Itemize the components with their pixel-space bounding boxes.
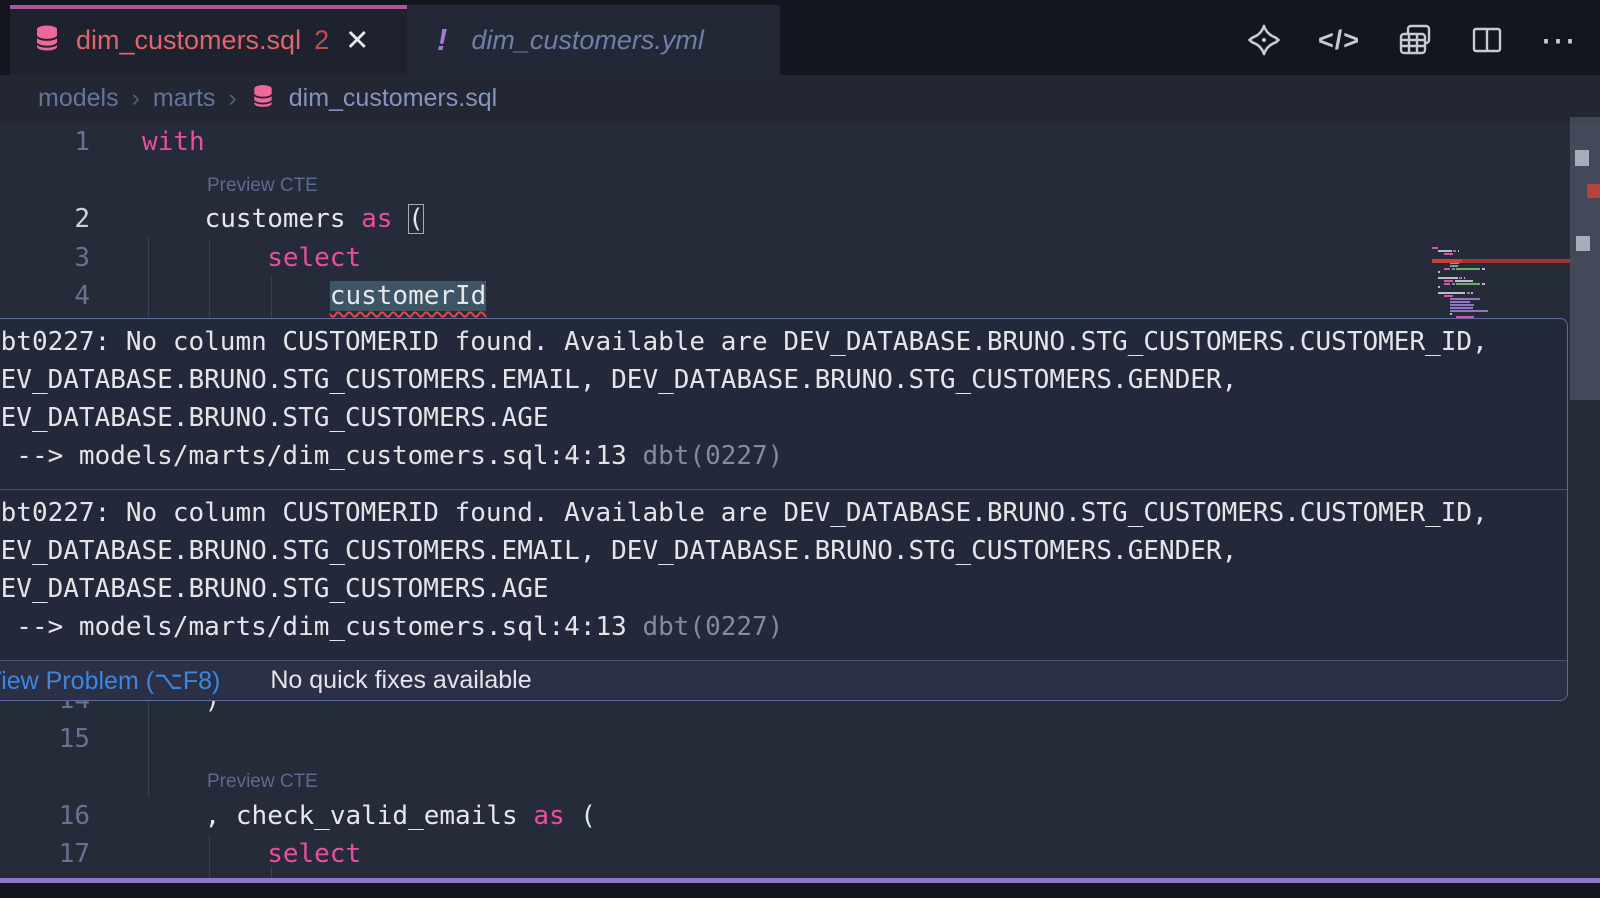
error-token: customerId — [330, 281, 487, 311]
chevron-right-icon: › — [132, 84, 140, 113]
more-actions-icon[interactable]: ⋯ — [1540, 30, 1578, 50]
indent-guide — [209, 239, 210, 318]
editor-actions: </> ⋯ — [1246, 5, 1578, 75]
code-line-16[interactable]: , check_valid_emails as ( — [205, 797, 596, 835]
minimap-line — [1471, 292, 1473, 294]
indent-guide — [209, 835, 210, 878]
indent-guide — [148, 701, 149, 797]
minimap-line — [1455, 280, 1473, 282]
minimap-error-line — [1432, 259, 1570, 263]
line-number[interactable]: 15 — [38, 720, 90, 758]
minimap-line — [1444, 268, 1450, 270]
minimap-line — [1432, 247, 1438, 249]
minimap-line — [1438, 271, 1440, 273]
line-number[interactable]: 17 — [38, 835, 90, 873]
minimap-line — [1456, 268, 1480, 270]
minimap-line — [1444, 253, 1453, 255]
minimap-line — [1452, 283, 1455, 285]
minimap-line — [1482, 283, 1485, 285]
close-icon[interactable]: ✕ — [345, 23, 369, 58]
code-line-4[interactable]: customerId — [330, 277, 487, 315]
no-quick-fixes-label: No quick fixes available — [270, 666, 531, 695]
code-line-17[interactable]: select — [267, 835, 361, 873]
editor-window: dim_customers.sql 2 ✕ ! dim_customers.ym… — [0, 0, 1600, 898]
indent-guide — [148, 236, 149, 318]
code-line-3[interactable]: select — [267, 239, 361, 277]
minimap-line — [1438, 286, 1440, 288]
tab-bar: dim_customers.sql 2 ✕ ! dim_customers.ym… — [0, 0, 1600, 75]
problem-hover-popup: dbt0227: No column CUSTOMERID found. Ava… — [0, 318, 1568, 701]
tab-dim-customers-yml[interactable]: ! dim_customers.yml — [407, 5, 780, 75]
query-results-icon[interactable] — [1396, 21, 1434, 59]
code-line-1[interactable]: with — [142, 123, 205, 161]
breadcrumb-item-file[interactable]: dim_customers.sql — [289, 84, 497, 113]
problem-message: dbt0227: No column CUSTOMERID found. Ava… — [0, 490, 1567, 661]
minimap-line — [1444, 283, 1450, 285]
split-editor-icon[interactable] — [1470, 23, 1504, 57]
minimap-line — [1450, 298, 1480, 300]
chevron-right-icon: › — [228, 84, 236, 113]
minimap-line — [1438, 250, 1452, 252]
database-icon — [250, 81, 276, 116]
overview-ruler-mark — [1576, 236, 1590, 251]
line-number[interactable]: 2 — [38, 200, 90, 238]
minimap-line — [1444, 280, 1453, 282]
minimap-line — [1467, 292, 1470, 294]
overview-ruler-mark — [1587, 184, 1600, 198]
minimap-line — [1453, 250, 1456, 252]
minimap-line — [1450, 307, 1473, 309]
minimap-line — [1450, 301, 1470, 303]
minimap-line — [1450, 304, 1474, 306]
tab-label: dim_customers.yml — [471, 25, 704, 56]
minimap-line — [1438, 292, 1465, 294]
minimap-line — [1456, 283, 1480, 285]
minimap-line — [1459, 277, 1462, 279]
tab-dim-customers-sql[interactable]: dim_customers.sql 2 ✕ — [10, 5, 407, 75]
database-icon — [32, 23, 62, 58]
breadcrumb-item-models[interactable]: models — [38, 84, 119, 113]
modified-count-badge: 2 — [314, 25, 329, 56]
line-number[interactable]: 16 — [38, 797, 90, 835]
indent-guide — [271, 277, 272, 318]
problem-source: dbt(0227) — [642, 612, 783, 642]
compiled-code-icon[interactable]: </> — [1318, 25, 1360, 56]
breadcrumb: models › marts › dim_customers.sql — [0, 75, 1600, 122]
minimap-line — [1458, 250, 1460, 252]
tab-label: dim_customers.sql — [76, 25, 301, 56]
minimap-line — [1438, 277, 1458, 279]
indent-guide — [271, 866, 272, 878]
line-number[interactable]: 3 — [38, 239, 90, 277]
minimap-line — [1450, 313, 1452, 315]
code-line-2[interactable]: customers as ( — [205, 200, 424, 238]
line-number[interactable]: 4 — [38, 277, 90, 315]
breadcrumb-item-marts[interactable]: marts — [153, 84, 216, 113]
minimap-line — [1444, 295, 1453, 297]
window-edge — [0, 883, 1600, 898]
minimap-line — [1450, 310, 1488, 312]
minimap-line — [1482, 268, 1485, 270]
line-number[interactable]: 1 — [38, 123, 90, 161]
minimap-line — [1450, 265, 1458, 267]
warning-icon: ! — [437, 22, 447, 58]
preview-cte-codelens[interactable]: Preview CTE — [207, 171, 318, 201]
hover-status-bar: View Problem (⌥F8) No quick fixes availa… — [0, 660, 1567, 700]
view-problem-link[interactable]: View Problem (⌥F8) — [0, 666, 220, 696]
problem-source: dbt(0227) — [642, 441, 783, 471]
preview-cte-codelens[interactable]: Preview CTE — [207, 767, 318, 797]
minimap-line — [1452, 268, 1455, 270]
dbt-power-user-icon[interactable] — [1246, 22, 1282, 58]
problem-message: dbt0227: No column CUSTOMERID found. Ava… — [0, 319, 1567, 490]
overview-ruler-mark — [1575, 150, 1589, 166]
minimap-line — [1464, 277, 1466, 279]
